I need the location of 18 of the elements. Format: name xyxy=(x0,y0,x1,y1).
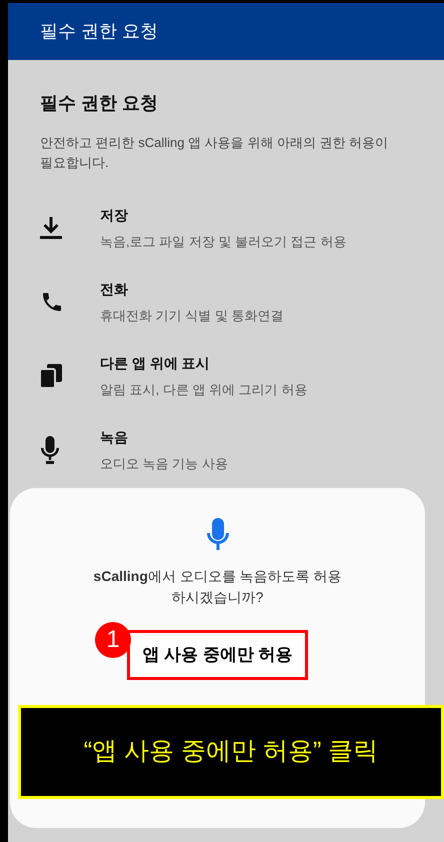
permission-description: 오디오 녹음 기능 사용 xyxy=(100,454,228,473)
description-text: 안전하고 편리한 sCalling 앱 사용을 위해 아래의 권한 허용이 필요합니다. xyxy=(40,134,390,172)
microphone-icon xyxy=(40,436,60,464)
permission-description: 휴대전화 기기 식별 및 통화연결 xyxy=(100,306,284,325)
permission-title: 전화 xyxy=(100,280,129,299)
permission-title: 저장 xyxy=(100,206,129,225)
instruction-callout: “앱 사용 중에만 허용” 클릭 xyxy=(18,705,444,799)
app-bar-title: 필수 권한 요청 xyxy=(40,20,158,43)
permission-description: 알림 표시, 다른 앱 위에 그리기 허용 xyxy=(100,380,308,399)
page-heading: 필수 권한 요청 xyxy=(40,92,160,115)
permission-description: 녹음,로그 파일 저장 및 불러오기 접근 허용 xyxy=(100,232,346,251)
phone-icon xyxy=(40,290,64,314)
copy-icon xyxy=(40,364,62,388)
permission-title: 녹음 xyxy=(100,428,129,447)
dialog-message: sCalling에서 오디오를 녹음하도록 허용하시겠습니까? xyxy=(92,567,342,607)
allow-while-using-button[interactable]: 앱 사용 중에만 허용 xyxy=(127,630,308,680)
download-icon xyxy=(40,217,62,239)
permission-title: 다른 앱 위에 표시 xyxy=(100,354,211,373)
